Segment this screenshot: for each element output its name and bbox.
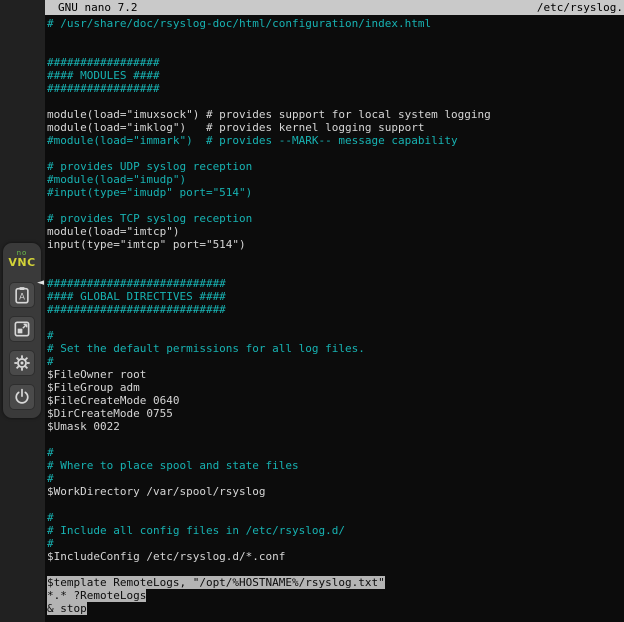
power-icon — [13, 388, 31, 406]
nano-filename-label: /etc/rsyslog. — [537, 1, 624, 14]
terminal-line: # Where to place spool and state files — [47, 459, 624, 472]
terminal-line: # Include all config files in /etc/rsysl… — [47, 524, 624, 537]
nano-version-label: GNU nano 7.2 — [45, 1, 137, 14]
terminal-line — [47, 264, 624, 277]
terminal-line — [47, 563, 624, 576]
terminal-line: # /usr/share/doc/rsyslog-doc/html/config… — [47, 17, 624, 30]
terminal-line: $IncludeConfig /etc/rsyslog.d/*.conf — [47, 550, 624, 563]
terminal-line: module(load="imtcp") — [47, 225, 624, 238]
terminal-line — [47, 199, 624, 212]
terminal-line: # — [47, 537, 624, 550]
terminal-line: module(load="imuxsock") # provides suppo… — [47, 108, 624, 121]
terminal-line: $Umask 0022 — [47, 420, 624, 433]
terminal-line: module(load="imklog") # provides kernel … — [47, 121, 624, 134]
terminal-line — [47, 498, 624, 511]
settings-button[interactable] — [9, 350, 35, 376]
terminal-line: #### GLOBAL DIRECTIVES #### — [47, 290, 624, 303]
terminal-line: ################# — [47, 82, 624, 95]
nano-titlebar: GNU nano 7.2 /etc/rsyslog. — [45, 0, 624, 15]
terminal-line: #input(type="imudp" port="514") — [47, 186, 624, 199]
terminal-line: ########################### — [47, 303, 624, 316]
terminal-line: # provides UDP syslog reception — [47, 160, 624, 173]
fullscreen-button[interactable] — [9, 316, 35, 342]
control-bar-collapse-handle[interactable]: ◄ — [37, 279, 44, 288]
terminal-line: #### MODULES #### — [47, 69, 624, 82]
terminal-line — [47, 251, 624, 264]
terminal-line: & stop — [47, 602, 624, 615]
terminal-line: # provides TCP syslog reception — [47, 212, 624, 225]
terminal-line: ########################### — [47, 277, 624, 290]
terminal-line: # — [47, 329, 624, 342]
gear-icon — [13, 354, 31, 372]
power-button[interactable] — [9, 384, 35, 410]
terminal-line: $template RemoteLogs, "/opt/%HOSTNAME%/r… — [47, 576, 624, 589]
terminal-line — [47, 147, 624, 160]
terminal-line: #module(load="imudp") — [47, 173, 624, 186]
terminal-line: # — [47, 446, 624, 459]
terminal-line: # Set the default permissions for all lo… — [47, 342, 624, 355]
terminal-line: *.* ?RemoteLogs — [47, 589, 624, 602]
terminal-line: $WorkDirectory /var/spool/rsyslog — [47, 485, 624, 498]
terminal-line: # — [47, 472, 624, 485]
novnc-logo: no VNC — [8, 250, 35, 268]
terminal-line: ################# — [47, 56, 624, 69]
terminal-line: $FileCreateMode 0640 — [47, 394, 624, 407]
vnc-control-bar: no VNC ◄ A — [3, 243, 41, 418]
terminal-line: $FileOwner root — [47, 368, 624, 381]
terminal-window[interactable]: GNU nano 7.2 /etc/rsyslog. # /usr/share/… — [45, 0, 624, 622]
terminal-line — [47, 43, 624, 56]
terminal-line — [47, 95, 624, 108]
terminal-line: #module(load="immark") # provides --MARK… — [47, 134, 624, 147]
terminal-line: # — [47, 355, 624, 368]
terminal-line — [47, 433, 624, 446]
terminal-line: # — [47, 511, 624, 524]
clipboard-button[interactable]: A — [9, 282, 35, 308]
terminal-line — [47, 30, 624, 43]
novnc-logo-vnc: VNC — [8, 257, 35, 268]
clipboard-icon: A — [13, 286, 31, 304]
terminal-line: $FileGroup adm — [47, 381, 624, 394]
terminal-line: input(type="imtcp" port="514") — [47, 238, 624, 251]
terminal-line: $DirCreateMode 0755 — [47, 407, 624, 420]
terminal-line — [47, 316, 624, 329]
fullscreen-icon — [13, 320, 31, 338]
terminal-lines: # /usr/share/doc/rsyslog-doc/html/config… — [45, 15, 624, 615]
clipboard-letter: A — [19, 293, 25, 303]
